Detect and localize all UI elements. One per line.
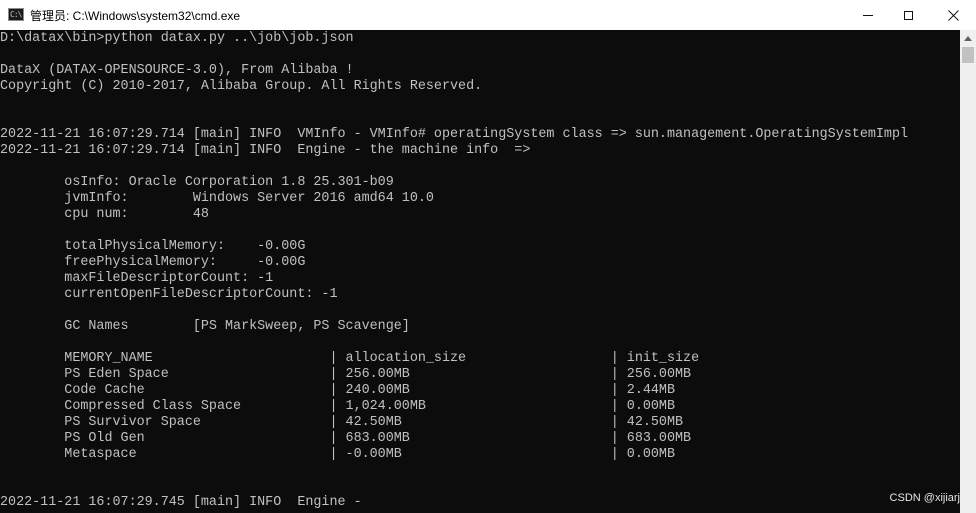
scroll-thumb[interactable] (962, 47, 974, 63)
title-bar[interactable]: C:\ 管理员: C:\Windows\system32\cmd.exe (0, 0, 976, 30)
console-line: PS Old Gen | 683.00MB | 683.00MB (0, 431, 692, 446)
cmd-icon[interactable]: C:\ (8, 8, 24, 21)
window-title: 管理员: C:\Windows\system32\cmd.exe (30, 9, 241, 23)
console-line: PS Eden Space | 256.00MB | 256.00MB (0, 367, 692, 382)
console-line: 2022-11-21 16:07:29.714 [main] INFO VMIn… (0, 127, 909, 142)
console-output[interactable]: D:\datax\bin>python datax.py ..\job\job.… (0, 30, 960, 513)
console-text: D:\datax\bin>python datax.py ..\job\job.… (0, 31, 908, 511)
maximize-icon (903, 10, 913, 20)
console-line: jvmInfo: Windows Server 2016 amd64 10.0 (0, 191, 434, 206)
console-line: Metaspace | -0.00MB | 0.00MB (0, 447, 675, 462)
cmd-icon-glyph: C:\ (10, 10, 22, 19)
console-line: DataX (DATAX-OPENSOURCE-3.0), From Aliba… (0, 63, 354, 78)
close-button[interactable] (930, 0, 976, 30)
console-line: GC Names [PS MarkSweep, PS Scavenge] (0, 319, 410, 334)
console-line: currentOpenFileDescriptorCount: -1 (0, 287, 338, 302)
console-line: cpu num: 48 (0, 207, 209, 222)
console-line: osInfo: Oracle Corporation 1.8 25.301-b0… (0, 175, 394, 190)
console-line: Copyright (C) 2010-2017, Alibaba Group. … (0, 79, 483, 94)
close-icon (947, 9, 959, 21)
watermark: CSDN @xijiarj (889, 492, 960, 504)
maximize-button[interactable] (885, 0, 931, 30)
console-line: 2022-11-21 16:07:29.714 [main] INFO Engi… (0, 143, 531, 158)
console-line: totalPhysicalMemory: -0.00G (0, 239, 306, 254)
console-line: D:\datax\bin>python datax.py ..\job\job.… (0, 31, 354, 46)
console-line: 2022-11-21 16:07:29.745 [main] INFO Engi… (0, 495, 362, 510)
console-line: MEMORY_NAME | allocation_size | init_siz… (0, 351, 700, 366)
console-line: Code Cache | 240.00MB | 2.44MB (0, 383, 675, 398)
vertical-scrollbar[interactable] (960, 30, 976, 513)
console-line: PS Survivor Space | 42.50MB | 42.50MB (0, 415, 684, 430)
scroll-up-arrow-icon (964, 35, 972, 41)
scroll-up-button[interactable] (960, 30, 976, 46)
console-line: freePhysicalMemory: -0.00G (0, 255, 306, 270)
minimize-icon (863, 14, 873, 16)
console-line: Compressed Class Space | 1,024.00MB | 0.… (0, 399, 675, 414)
console-line: maxFileDescriptorCount: -1 (0, 271, 274, 286)
